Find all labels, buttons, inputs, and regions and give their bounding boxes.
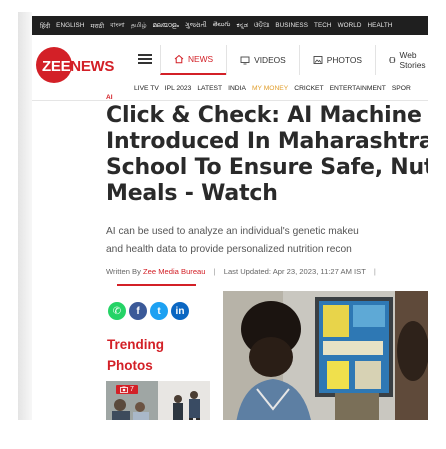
byline-prefix: Written By	[106, 267, 141, 276]
section-nav: LIVE TV IPL 2023 LATEST INDIA MY MONEY CRICKE…	[134, 85, 411, 92]
language-link[interactable]: ಕನ್ನಡ	[236, 22, 248, 30]
image-icon	[313, 56, 323, 64]
share-buttons: ✆ f t in	[108, 302, 189, 320]
section-link[interactable]: INDIA	[228, 85, 246, 92]
twitter-icon[interactable]: t	[150, 302, 168, 320]
section-link[interactable]: ENTERTAINMENT	[330, 85, 386, 92]
page-edge-shadow	[18, 12, 32, 420]
nav-news-label: NEWS	[188, 54, 214, 64]
facebook-icon[interactable]: f	[129, 302, 147, 320]
language-link[interactable]: WORLD	[338, 22, 362, 29]
article-hero-image[interactable]	[223, 291, 428, 420]
byline-separator: |	[213, 267, 216, 276]
article-summary: AI can be used to analyze an individual'…	[106, 223, 428, 259]
nav-videos-label: VIDEOS	[254, 55, 286, 65]
nav-web-stories[interactable]: Web Stories	[375, 45, 428, 75]
language-link[interactable]: हिंदी	[40, 21, 50, 30]
last-updated: Last Updated: Apr 23, 2023, 11:27 AM IST	[223, 267, 366, 276]
language-link[interactable]: BUSINESS	[275, 22, 308, 29]
trending-photos-heading[interactable]: Trending Photos	[107, 334, 164, 376]
language-link[interactable]: తెలుగు	[213, 21, 231, 30]
trending-photo-thumbnail[interactable]: 7	[106, 381, 210, 420]
language-link[interactable]: മലയാളം	[153, 22, 180, 30]
nav-photos[interactable]: PHOTOS	[298, 45, 375, 75]
site-header: ZEENEWS NEWS VIDEOS PHOTOS Web Stories L…	[32, 35, 428, 101]
trending-title-line: Photos	[107, 358, 153, 373]
byline-underline	[117, 284, 196, 286]
section-link[interactable]: LATEST	[197, 85, 222, 92]
hero-photo	[223, 291, 428, 420]
camera-icon	[120, 386, 128, 393]
nav-videos[interactable]: VIDEOS	[226, 45, 299, 75]
linkedin-icon[interactable]: in	[171, 302, 189, 320]
photo-count-badge: 7	[116, 385, 138, 394]
language-link[interactable]: HEALTH	[368, 22, 393, 29]
language-link[interactable]: मराठी	[91, 21, 105, 30]
nav-web-stories-label: Web Stories	[399, 50, 426, 70]
language-bar: हिंदी ENGLISH मराठी বাংলা தமிழ் മലയാളം ગુજરાતી…	[32, 16, 428, 35]
summary-line: AI can be used to analyze an individual'…	[106, 226, 359, 237]
headline-line: School To Ensure Safe, Nut	[106, 155, 428, 180]
summary-line: and health data to provide personalized …	[106, 244, 352, 255]
headline-line: Click & Check: AI Machine	[106, 103, 422, 128]
byline-separator: |	[373, 267, 376, 276]
nav-news[interactable]: NEWS	[160, 45, 227, 75]
language-link[interactable]: ENGLISH	[56, 22, 84, 29]
tv-icon	[240, 56, 250, 65]
headline-line: Meals - Watch	[106, 181, 278, 206]
zee-news-logo[interactable]: ZEENEWS	[36, 47, 114, 85]
trending-title-line: Trending	[107, 337, 164, 352]
section-link[interactable]: SPOR	[392, 85, 411, 92]
article-tag[interactable]: AI	[106, 94, 113, 101]
home-icon	[174, 54, 184, 64]
top-nav: NEWS VIDEOS PHOTOS Web Stories	[160, 45, 428, 75]
photo-count: 7	[130, 386, 134, 393]
nav-photos-label: PHOTOS	[326, 55, 362, 65]
section-link[interactable]: MY MONEY	[252, 85, 288, 92]
section-link[interactable]: LIVE TV	[134, 85, 159, 92]
language-link[interactable]: TECH	[314, 22, 332, 29]
language-link[interactable]: ગુજરાતી	[185, 22, 207, 30]
language-link[interactable]: ଓଡ଼ିଆ	[254, 22, 269, 30]
browser-viewport: हिंदी ENGLISH मराठी বাংলা தமிழ் മലയാളം ગુજરાતી…	[18, 12, 428, 420]
language-link[interactable]: தமிழ்	[131, 22, 147, 30]
whatsapp-icon[interactable]: ✆	[108, 302, 126, 320]
section-link[interactable]: CRICKET	[294, 85, 323, 92]
headline-line: Introduced In Maharashtra	[106, 129, 428, 154]
stories-icon	[389, 57, 396, 63]
logo-text: ZEENEWS	[42, 58, 115, 75]
language-link[interactable]: বাংলা	[110, 20, 125, 31]
menu-icon[interactable]	[138, 54, 152, 64]
article-headline: Click & Check: AI Machine Introduced In …	[106, 103, 428, 207]
byline: Written By Zee Media Bureau | Last Updat…	[106, 267, 382, 276]
section-link[interactable]: IPL 2023	[165, 85, 192, 92]
author-link[interactable]: Zee Media Bureau	[143, 267, 205, 276]
